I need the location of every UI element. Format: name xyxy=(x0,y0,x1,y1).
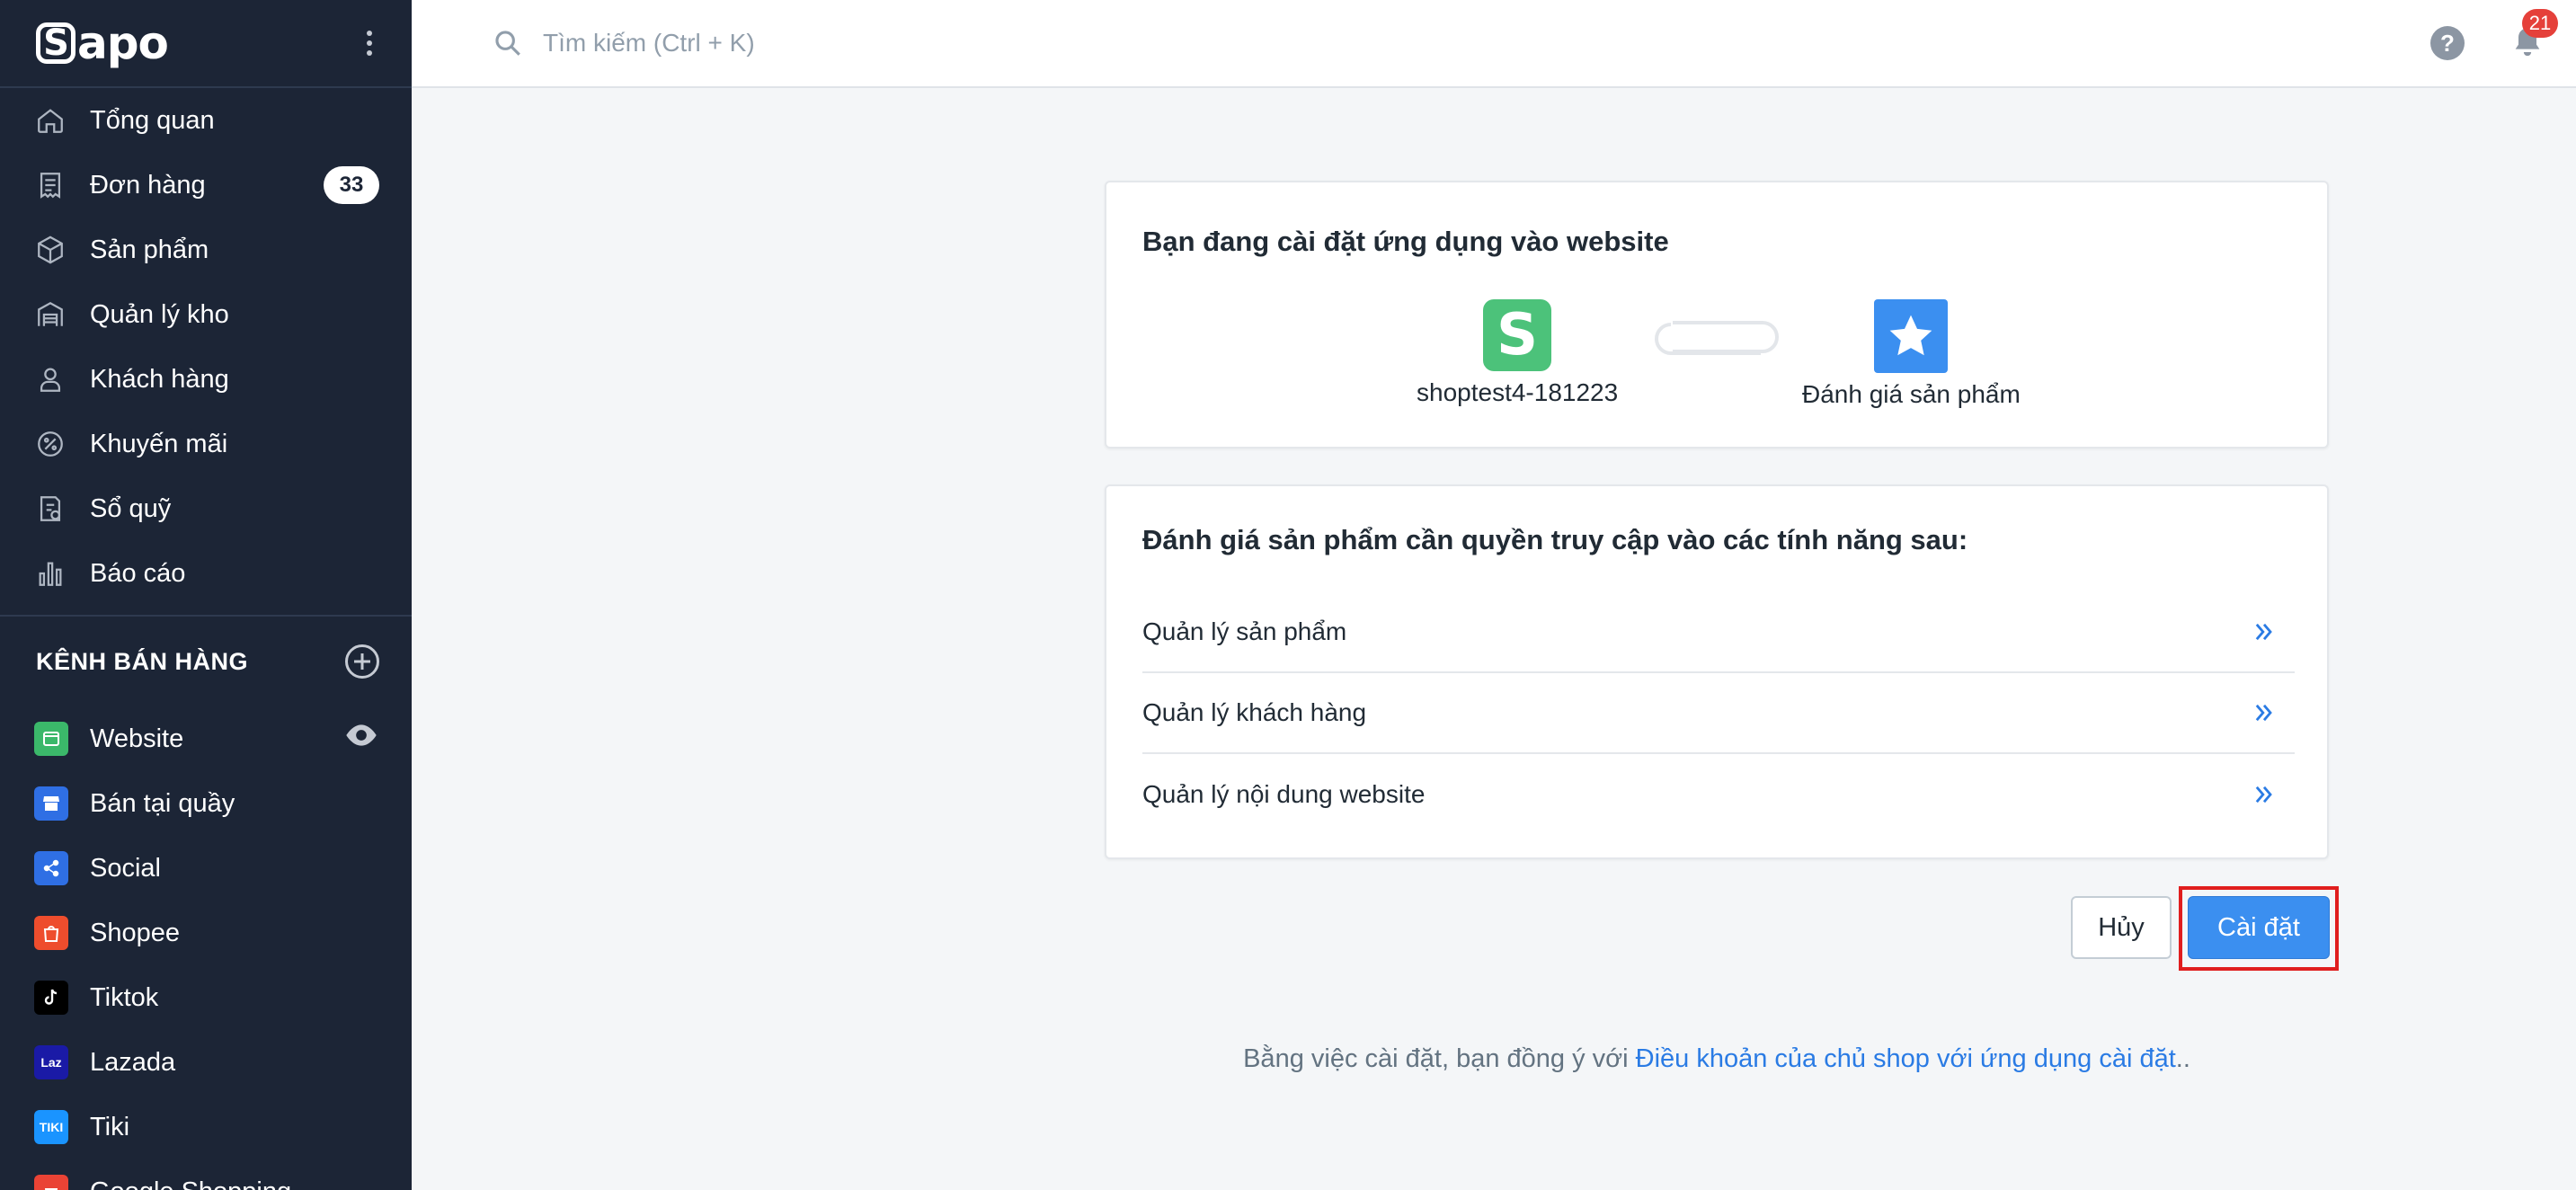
cashbook-icon xyxy=(34,493,67,525)
logo-text: apo xyxy=(77,17,169,69)
permissions-card: Đánh giá sản phẩm cần quyền truy cập vào… xyxy=(1105,484,2329,859)
search-bar xyxy=(493,28,2430,58)
notification-count-badge: 21 xyxy=(2522,9,2558,38)
sidebar-item-inventory[interactable]: Quản lý kho xyxy=(0,282,412,347)
warehouse-icon xyxy=(34,298,67,331)
sidebar-item-label: Quản lý kho xyxy=(90,299,229,329)
sidebar-item-label: Sổ quỹ xyxy=(90,493,172,523)
receipt-icon xyxy=(34,169,67,201)
permissions-title: Đánh giá sản phẩm cần quyền truy cập vào… xyxy=(1142,524,1968,555)
terms-link[interactable]: Điều khoản của chủ shop với ứng dụng cài… xyxy=(1636,1044,2176,1073)
sidebar-item-pos[interactable]: Bán tại quầy xyxy=(0,771,412,836)
sidebar-item-label: Báo cáo xyxy=(90,558,186,588)
sidebar-item-label: Social xyxy=(90,853,161,883)
cancel-button[interactable]: Hủy xyxy=(2071,896,2172,959)
sidebar-item-overview[interactable]: Tổng quan xyxy=(0,88,412,153)
permission-item[interactable]: Quản lý sản phẩm xyxy=(1142,592,2295,673)
shopee-icon xyxy=(34,916,68,950)
search-input[interactable] xyxy=(543,29,1172,58)
agreement-prefix: Bằng việc cài đặt, bạn đồng ý với xyxy=(1243,1044,1636,1073)
app-block: Đánh giá sản phẩm xyxy=(1802,299,2021,409)
main-nav: Tổng quan Đơn hàng 33 Sản phẩm Quản lý k… xyxy=(0,88,412,606)
permission-item[interactable]: Quản lý khách hàng xyxy=(1142,673,2295,754)
sidebar-item-website[interactable]: Website xyxy=(0,706,412,771)
sidebar-item-social[interactable]: Social xyxy=(0,836,412,901)
agreement-text: Bằng việc cài đặt, bạn đồng ý với Điều k… xyxy=(1105,1044,2329,1074)
website-icon xyxy=(34,722,68,756)
sidebar-item-orders[interactable]: Đơn hàng 33 xyxy=(0,153,412,218)
more-menu-icon[interactable] xyxy=(361,25,378,61)
double-chevron-right-icon[interactable] xyxy=(2252,782,2277,807)
search-icon xyxy=(495,31,520,56)
sales-channels-title: KÊNH BÁN HÀNG xyxy=(36,647,248,675)
agreement-suffix: .. xyxy=(2175,1044,2190,1073)
permission-item[interactable]: Quản lý nội dung website xyxy=(1142,754,2295,835)
google-shopping-icon xyxy=(34,1175,68,1190)
sidebar-item-label: Shopee xyxy=(90,918,180,947)
discount-icon xyxy=(34,428,67,460)
permission-label: Quản lý khách hàng xyxy=(1142,698,1367,726)
home-icon xyxy=(34,104,67,137)
orders-count-badge: 33 xyxy=(324,166,379,204)
sidebar-item-label: Tiktok xyxy=(90,982,159,1012)
sidebar-item-tiki[interactable]: TIKI Tiki xyxy=(0,1095,412,1159)
sidebar-item-label: Sản phẩm xyxy=(90,235,209,264)
sidebar-item-label: Khách hàng xyxy=(90,364,229,394)
sidebar-item-google-shopping[interactable]: Google Shopping xyxy=(0,1159,412,1190)
bar-chart-icon xyxy=(34,557,67,590)
permission-label: Quản lý sản phẩm xyxy=(1142,617,1347,645)
star-app-icon xyxy=(1874,299,1949,373)
brand-bar: Sapo xyxy=(0,0,412,88)
notification-button[interactable]: 21 xyxy=(2509,9,2558,61)
sidebar-item-customers[interactable]: Khách hàng xyxy=(0,347,412,412)
sapo-logo[interactable]: Sapo xyxy=(36,17,169,69)
lazada-icon: Laz xyxy=(34,1045,68,1079)
logo-s: S xyxy=(36,22,76,64)
connect-arrows-icon xyxy=(1655,321,1779,355)
sales-channels-heading: KÊNH BÁN HÀNG xyxy=(0,617,412,706)
permissions-list: Quản lý sản phẩm Quản lý khách hàng Quản… xyxy=(1142,592,2295,835)
app-name: Đánh giá sản phẩm xyxy=(1802,380,2021,408)
share-icon xyxy=(34,851,68,885)
sidebar-item-label: Bán tại quầy xyxy=(90,788,235,818)
sidebar-item-shopee[interactable]: Shopee xyxy=(0,901,412,965)
double-chevron-right-icon[interactable] xyxy=(2252,619,2277,644)
sidebar-item-label: Website xyxy=(90,724,184,753)
connection-diagram: S shoptest4-181223 Đánh giá sản phẩm xyxy=(1106,299,2327,434)
store-icon xyxy=(34,786,68,821)
sidebar-item-label: Tổng quan xyxy=(90,105,215,135)
sidebar-item-lazada[interactable]: Laz Lazada xyxy=(0,1030,412,1095)
add-channel-icon[interactable] xyxy=(345,644,379,679)
sidebar-item-label: Google Shopping xyxy=(90,1177,379,1190)
eye-icon[interactable] xyxy=(343,722,379,756)
sidebar-item-reports[interactable]: Báo cáo xyxy=(0,541,412,606)
sidebar-item-promotions[interactable]: Khuyến mãi xyxy=(0,412,412,476)
help-icon[interactable]: ? xyxy=(2430,26,2465,60)
sidebar-item-cashbook[interactable]: Sổ quỹ xyxy=(0,476,412,541)
sidebar: Sapo Tổng quan Đơn hàng 33 Sản phẩm Quản… xyxy=(0,0,412,1190)
double-chevron-right-icon[interactable] xyxy=(2252,700,2277,725)
sapo-shop-icon: S xyxy=(1483,299,1552,371)
shop-block: S shoptest4-181223 xyxy=(1417,299,1618,407)
tiki-icon: TIKI xyxy=(34,1110,68,1144)
install-card: Bạn đang cài đặt ứng dụng vào website S … xyxy=(1105,181,2329,448)
sidebar-item-products[interactable]: Sản phẩm xyxy=(0,218,412,282)
box-icon xyxy=(34,234,67,266)
sidebar-item-label: Đơn hàng xyxy=(90,170,206,200)
sidebar-item-label: Lazada xyxy=(90,1047,176,1077)
tiktok-icon xyxy=(34,981,68,1015)
sidebar-item-tiktok[interactable]: Tiktok xyxy=(0,965,412,1030)
topbar: ? 21 xyxy=(412,0,2576,88)
sidebar-item-label: Khuyến mãi xyxy=(90,429,228,458)
install-title: Bạn đang cài đặt ứng dụng vào website xyxy=(1142,226,1669,257)
sidebar-item-label: Tiki xyxy=(90,1112,130,1141)
shop-name: shoptest4-181223 xyxy=(1417,378,1619,406)
user-icon xyxy=(34,363,67,395)
install-button[interactable]: Cài đặt xyxy=(2188,896,2330,959)
permission-label: Quản lý nội dung website xyxy=(1142,780,1426,808)
